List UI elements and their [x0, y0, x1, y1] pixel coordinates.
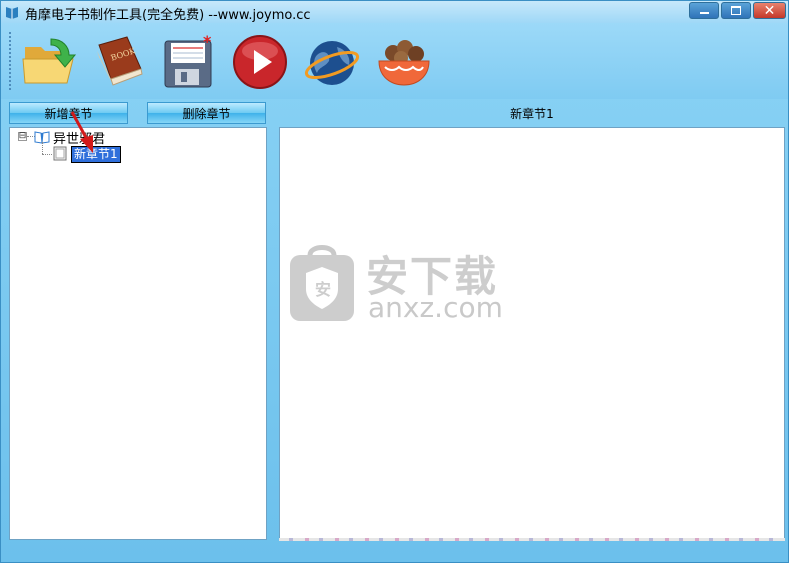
svg-text:安: 安 — [315, 280, 331, 299]
close-icon: ✕ — [763, 2, 776, 19]
close-button[interactable]: ✕ — [753, 2, 786, 19]
pointer-arrow-icon — [70, 111, 93, 153]
play-icon[interactable] — [231, 33, 289, 91]
editor-bottom-border — [279, 538, 785, 541]
watermark-url: anxz.com — [368, 291, 503, 324]
save-icon[interactable]: * — [159, 33, 217, 91]
app-window: 角摩电子书制作工具(完全免费) --www.joymo.cc ✕ BOOK * … — [0, 0, 789, 563]
tree-line — [42, 142, 43, 154]
bowl-icon[interactable] — [375, 33, 433, 91]
editor-title: 新章节1 — [510, 107, 554, 121]
window-title: 角摩电子书制作工具(完全免费) --www.joymo.cc — [25, 8, 311, 23]
watermark-bag-icon: 安 — [290, 245, 354, 321]
open-folder-icon[interactable] — [21, 33, 79, 91]
delete-chapter-button[interactable]: 删除章节 — [147, 102, 266, 124]
globe-icon[interactable] — [303, 33, 361, 91]
maximize-button[interactable] — [721, 2, 751, 19]
minimize-icon — [699, 12, 709, 14]
toolbar-grip[interactable] — [8, 31, 12, 91]
chapter-tree[interactable]: ⊟ 异世邪君 新章节1 — [9, 127, 267, 540]
maximize-icon — [731, 6, 741, 15]
watermark: 安 安下载 anxz.com — [288, 239, 503, 325]
tree-expander-icon[interactable]: ⊟ — [18, 132, 27, 141]
page-icon — [53, 146, 67, 161]
title-bar[interactable]: 角摩电子书制作工具(完全免费) --www.joymo.cc ✕ — [1, 1, 788, 23]
chapter-editor[interactable] — [279, 127, 785, 540]
toolbar: BOOK * — [1, 23, 788, 99]
minimize-button[interactable] — [689, 2, 719, 19]
svg-text:*: * — [203, 33, 212, 51]
app-logo-icon — [6, 7, 18, 19]
tree-line — [42, 154, 52, 155]
book-icon[interactable]: BOOK — [89, 33, 147, 91]
